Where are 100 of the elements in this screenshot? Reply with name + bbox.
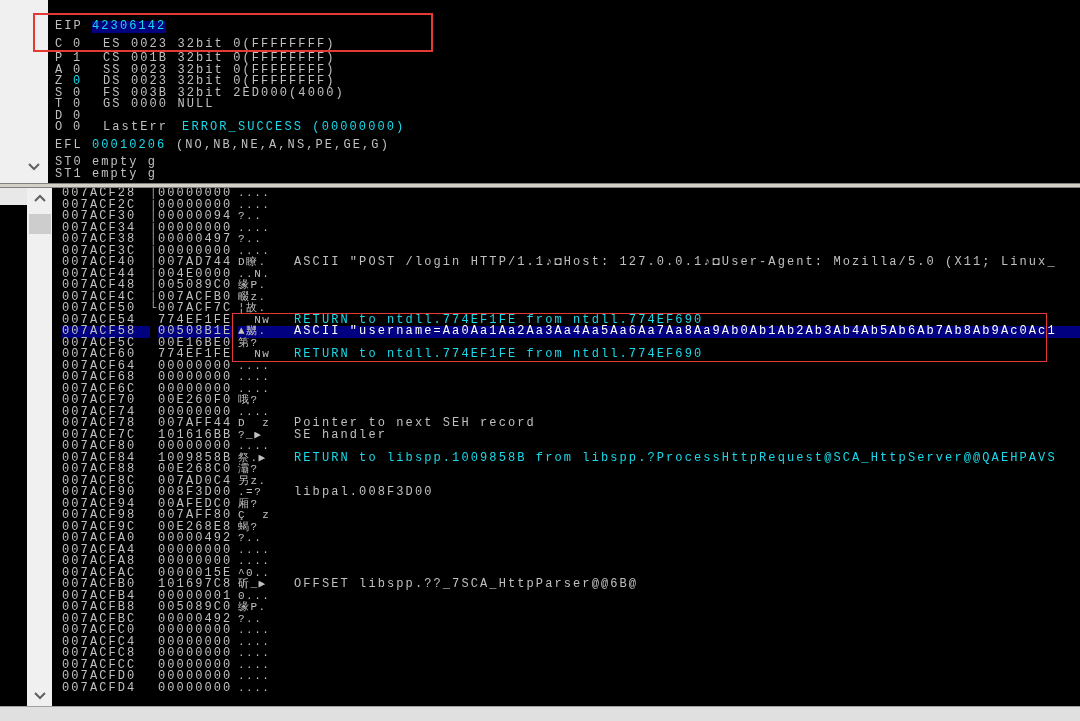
stack-value: 007AD0C4 [158, 475, 234, 487]
stack-address[interactable]: 007ACFB8 [62, 602, 150, 614]
stack-address[interactable]: 007ACFA8 [62, 556, 150, 568]
stack-address[interactable]: 007ACF3C [62, 245, 150, 257]
stack-address[interactable]: 007ACF50 [62, 303, 150, 315]
stack-value: 00E16BE0 [158, 337, 234, 349]
stack-address[interactable]: 007ACF58 [62, 326, 150, 338]
stack-address[interactable]: 007ACFAC [62, 567, 150, 579]
flag-name: D [55, 110, 66, 122]
flag-value[interactable]: 0 [73, 122, 103, 134]
scroll-thumb[interactable] [28, 214, 51, 234]
stack-address[interactable]: 007ACF5C [62, 337, 150, 349]
stack-value: 00E268C0 [158, 464, 234, 476]
register-name: EIP [55, 21, 84, 33]
stack-address[interactable]: 007ACFB0 [62, 579, 150, 591]
flag-name: S [55, 87, 66, 99]
stack-value: 00000000 [158, 441, 234, 453]
stack-comment: Pointer to next SEH record [294, 418, 537, 430]
stack-address[interactable]: 007ACF28 [62, 188, 150, 200]
frame-bracket: │ [150, 291, 156, 303]
scrollbar[interactable] [0, 0, 48, 183]
stack-ascii: ?.. [238, 234, 264, 246]
stack-address[interactable]: 007ACF30 [62, 211, 150, 223]
stack-ascii: .... [238, 556, 272, 568]
stack-value: 00000000 [158, 406, 234, 418]
stack-address[interactable]: 007ACF40 [62, 257, 150, 269]
stack-ascii: .... [238, 636, 272, 648]
stack-ascii: 厢? [238, 498, 260, 510]
stack-address[interactable]: 007ACFC8 [62, 648, 150, 660]
stack-ascii: .... [238, 199, 272, 211]
stack-address[interactable]: 007ACF38 [62, 234, 150, 246]
stack-value: 007ACFB0 [158, 291, 234, 303]
stack-ascii: D瞭. [238, 257, 268, 269]
stack-address[interactable]: 007ACFC0 [62, 625, 150, 637]
stack-address[interactable]: 007ACF94 [62, 498, 150, 510]
stack-address[interactable]: 007ACF68 [62, 372, 150, 384]
stack-address[interactable]: 007ACF4C [62, 291, 150, 303]
register-value[interactable]: 42306142 [92, 21, 167, 33]
stack-address[interactable]: 007ACF2C [62, 199, 150, 211]
stack-ascii: D z [238, 418, 272, 430]
stack-address[interactable]: 007ACF74 [62, 406, 150, 418]
stack-address[interactable]: 007ACF48 [62, 280, 150, 292]
stack-address[interactable]: 007ACFB4 [62, 590, 150, 602]
register-value[interactable]: 00010206 [92, 139, 176, 151]
stack-ascii: 缘P. [238, 602, 268, 614]
flag-value[interactable]: 1 [73, 53, 103, 65]
stack-comment: ASCII "POST /login HTTP/1.1♪◘Host: 127.0.0.1♪◘User-Agent: Mozilla/5.0 (X11; Linux_ [294, 257, 1058, 269]
stack-value: 101697C8 [158, 579, 234, 591]
stack-address[interactable]: 007ACF88 [62, 464, 150, 476]
stack-value: 00000000 [158, 245, 234, 257]
stack-address[interactable]: 007ACF78 [62, 418, 150, 430]
scrollbar[interactable] [27, 188, 52, 706]
stack-address[interactable]: 007ACFA4 [62, 544, 150, 556]
flag-value[interactable]: 0 [73, 64, 103, 76]
stack-address[interactable]: 007ACF8C [62, 475, 150, 487]
stack-value: 00000094 [158, 211, 234, 223]
stack-address[interactable]: 007ACF44 [62, 268, 150, 280]
stack-comment: OFFSET libspp.??_7SCA_HttpParser@@6B@ [294, 579, 640, 591]
stack-address[interactable]: 007ACFD0 [62, 671, 150, 683]
stack-ascii: 斫_▶ [238, 579, 268, 591]
stack-address[interactable]: 007ACFA0 [62, 533, 150, 545]
scroll-down-icon[interactable] [33, 692, 46, 700]
scroll-down-icon[interactable] [28, 163, 40, 171]
stack-ascii: ?.. [238, 613, 264, 625]
stack-address[interactable]: 007ACF9C [62, 521, 150, 533]
frame-bracket: └ [150, 303, 156, 315]
stack-address[interactable]: 007ACFCC [62, 659, 150, 671]
stack-value: 00000000 [158, 383, 234, 395]
flag-value[interactable]: 0 [73, 38, 103, 50]
stack-ascii: 0... [238, 590, 272, 602]
stack-address[interactable]: 007ACF98 [62, 510, 150, 522]
stack-ascii: 祭.▶ [238, 452, 268, 464]
frame-bracket: │ [150, 268, 156, 280]
stack-value: 00000000 [158, 636, 234, 648]
stack-address[interactable]: 007ACF54 [62, 314, 150, 326]
segment-info: FS 003B 32bit 2ED000(4000) [103, 87, 345, 99]
stack-address[interactable]: 007ACF6C [62, 383, 150, 395]
stack-ascii: .... [238, 372, 272, 384]
scroll-up-icon[interactable] [33, 194, 46, 202]
stack-address[interactable]: 007ACF60 [62, 349, 150, 361]
stack-address[interactable]: 007ACFBC [62, 613, 150, 625]
stack-value: 00000000 [158, 671, 234, 683]
stack-address[interactable]: 007ACF70 [62, 395, 150, 407]
stack-value: 00000000 [158, 659, 234, 671]
stack-address[interactable]: 007ACF7C [62, 429, 150, 441]
stack-address[interactable]: 007ACFD4 [62, 682, 150, 694]
stack-ascii: .... [238, 682, 272, 694]
stack-address[interactable]: 007ACF80 [62, 441, 150, 453]
flag-value[interactable]: 0 [73, 76, 103, 88]
flag-value[interactable]: 0 [73, 110, 103, 122]
stack-address[interactable]: 007ACF64 [62, 360, 150, 372]
segment-info: SS 0023 32bit 0(FFFFFFFF) [103, 64, 336, 76]
flag-value[interactable]: 0 [73, 99, 103, 111]
stack-ascii: .... [238, 544, 272, 556]
stack-address[interactable]: 007ACFC4 [62, 636, 150, 648]
stack-address[interactable]: 007ACF84 [62, 452, 150, 464]
flag-value[interactable]: 0 [73, 87, 103, 99]
stack-ascii: 第? [238, 337, 260, 349]
stack-address[interactable]: 007ACF34 [62, 222, 150, 234]
stack-address[interactable]: 007ACF90 [62, 487, 150, 499]
